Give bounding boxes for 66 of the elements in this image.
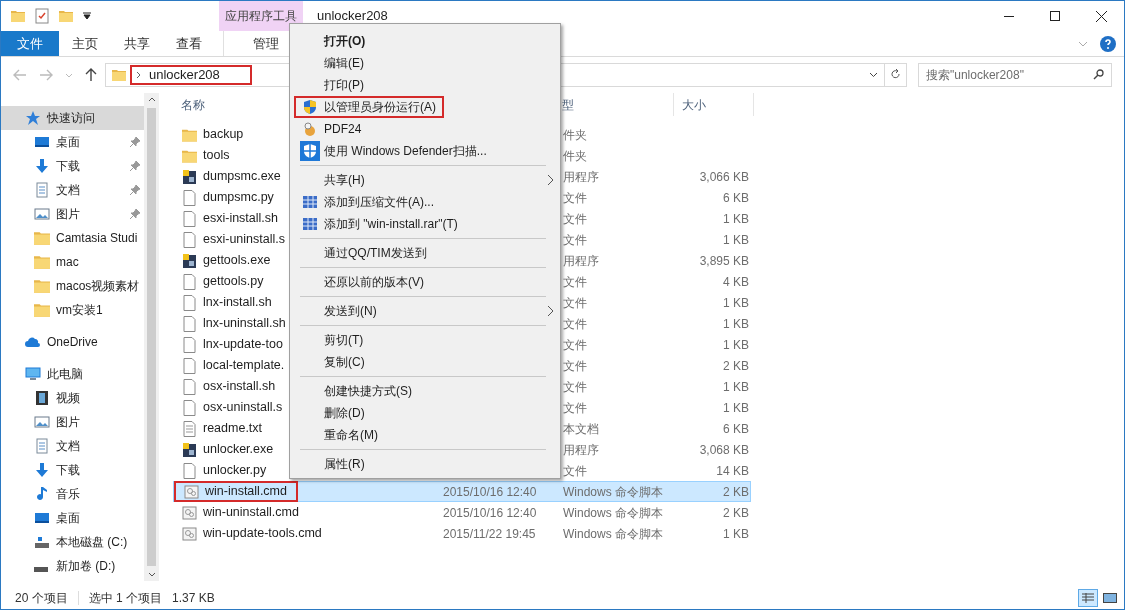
type-cell: 文件 (563, 400, 587, 415)
type-cell: 文件 (563, 274, 587, 289)
size-cell: 2 KB (723, 484, 749, 499)
type-cell: 文件 (563, 337, 587, 352)
type-cell: 件夹 (563, 148, 587, 163)
selection-count: 选中 1 个项目 (88, 590, 163, 607)
file-name: lnx-uninstall.sh (203, 315, 286, 333)
type-cell: 用程序 (563, 169, 599, 184)
size-cell: 3,068 KB (699, 442, 749, 457)
selection-size: 1.37 KB (172, 590, 215, 607)
file-name: backup (203, 126, 244, 144)
file-name: osx-uninstall.s (203, 399, 283, 417)
type-cell: 用程序 (563, 442, 599, 457)
file-name: gettools.py (203, 273, 264, 291)
file-name: lnx-install.sh (203, 294, 272, 312)
file-name: win-update-tools.cmd (203, 525, 322, 543)
file-name: local-template. (203, 357, 285, 375)
file-name: readme.txt (203, 420, 263, 438)
type-cell: 文件 (563, 232, 587, 247)
date-cell: 2015/10/16 12:40 (443, 484, 537, 499)
type-cell: Windows 命令脚本 (563, 526, 663, 541)
date-cell: 2015/10/16 12:40 (443, 505, 537, 520)
type-cell: Windows 命令脚本 (563, 484, 663, 499)
size-cell: 1 KB (723, 211, 749, 226)
size-cell: 1 KB (723, 400, 749, 415)
type-cell: 本文档 (563, 421, 599, 436)
size-cell: 1 KB (723, 316, 749, 331)
type-cell: 文件 (563, 358, 587, 373)
size-cell: 2 KB (723, 358, 749, 373)
type-cell: Windows 命令脚本 (563, 505, 663, 520)
size-cell: 14 KB (716, 463, 749, 478)
size-cell: 1 KB (723, 337, 749, 352)
size-cell: 6 KB (723, 421, 749, 436)
type-cell: 文件 (563, 190, 587, 205)
type-cell: 文件 (563, 316, 587, 331)
size-cell: 1 KB (723, 379, 749, 394)
file-name: dumpsmc.py (203, 189, 274, 207)
context-tab-group: 应用程序工具 (219, 1, 303, 31)
size-cell: 3,895 KB (699, 253, 749, 268)
type-cell: 用程序 (563, 253, 599, 268)
file-name: unlocker.exe (203, 441, 274, 459)
file-name: gettools.exe (203, 252, 271, 270)
size-cell: 1 KB (723, 232, 749, 247)
file-name: osx-install.sh (203, 378, 276, 396)
file-name: win-uninstall.cmd (203, 504, 299, 522)
item-count: 20 个项目 (15, 590, 68, 607)
size-cell: 1 KB (723, 526, 749, 541)
file-name: unlocker.py (203, 462, 267, 480)
size-cell: 6 KB (723, 190, 749, 205)
file-name: esxi-uninstall.s (203, 231, 285, 249)
size-cell: 4 KB (723, 274, 749, 289)
size-cell: 2 KB (723, 505, 749, 520)
type-cell: 文件 (563, 295, 587, 310)
file-name: tools (203, 147, 230, 165)
type-cell: 文件 (563, 463, 587, 478)
file-name: dumpsmc.exe (203, 168, 281, 186)
type-cell: 文件 (563, 211, 587, 226)
file-name: esxi-install.sh (203, 210, 279, 228)
file-name: lnx-update-too (203, 336, 283, 354)
type-cell: 文件 (563, 379, 587, 394)
file-name: win-install.cmd (205, 483, 287, 501)
type-cell: 件夹 (563, 127, 587, 142)
size-cell: 1 KB (723, 295, 749, 310)
size-cell: 3,066 KB (699, 169, 749, 184)
window-title: unlocker208 (316, 7, 388, 26)
date-cell: 2015/11/22 19:45 (443, 526, 536, 541)
